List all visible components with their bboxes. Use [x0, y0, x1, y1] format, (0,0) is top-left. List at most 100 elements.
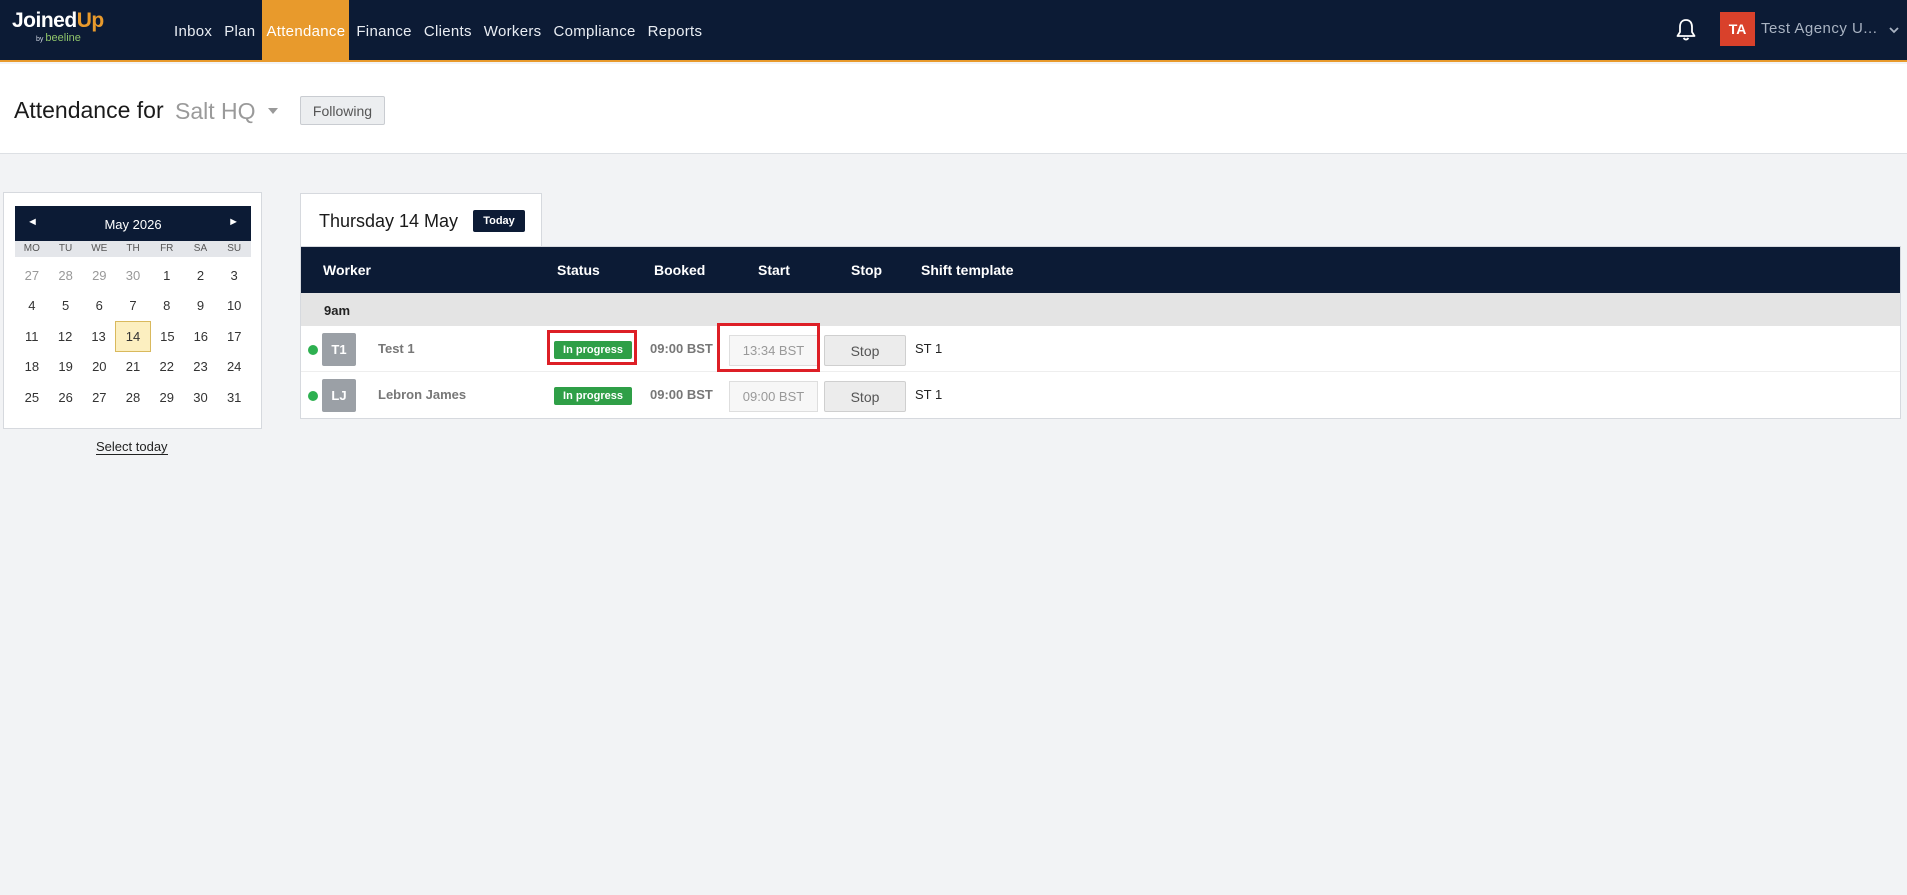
calendar-day[interactable]: 28	[49, 260, 83, 291]
day-label: Thursday 14 May	[319, 211, 459, 231]
calendar-day[interactable]: 29	[150, 382, 184, 413]
nav-item-reports[interactable]: Reports	[643, 0, 708, 62]
calendar-day[interactable]: 30	[184, 382, 218, 413]
logo-beeline: beeline	[45, 32, 81, 44]
calendar-day[interactable]: 13	[82, 321, 115, 352]
calendar-day[interactable]: 6	[82, 291, 116, 322]
col-booked: Booked	[654, 262, 706, 278]
worker-avatar: T1	[322, 333, 356, 366]
weekday-label: TU	[58, 243, 73, 254]
calendar-day[interactable]: 5	[49, 291, 83, 322]
calendar-grid: 27 28 29 30 1 2 3 4 5 6 7 8 9 10 11 12 13 14 15 16 17 18 19 20 2…	[15, 260, 251, 413]
calendar-day[interactable]: 31	[217, 382, 251, 413]
calendar-day[interactable]: 10	[217, 291, 251, 322]
day-tab: Thursday 14 May Today	[300, 193, 542, 247]
start-time-field[interactable]: 13:34 BST	[729, 335, 818, 366]
shift-template: ST 1	[915, 387, 943, 402]
calendar-day[interactable]: 19	[49, 352, 83, 383]
col-shift-template: Shift template	[921, 262, 1014, 278]
calendar-day[interactable]: 8	[150, 291, 184, 322]
weekday-label: WE	[91, 243, 108, 254]
calendar-weekdays: MO TU WE TH FR SA SU	[15, 241, 251, 257]
status-badge: In progress	[554, 341, 632, 359]
nav-item-finance[interactable]: Finance	[351, 0, 416, 62]
calendar-week-row: 25 26 27 28 29 30 31	[15, 382, 251, 413]
worker-avatar: LJ	[322, 379, 356, 412]
booked-time: 09:00 BST	[650, 341, 713, 356]
calendar-week-row: 18 19 20 21 22 23 24	[15, 352, 251, 383]
nav-item-attendance[interactable]: Attendance	[262, 0, 350, 62]
select-today-link[interactable]: Select today	[96, 439, 168, 455]
calendar-week-row: 4 5 6 7 8 9 10	[15, 291, 251, 322]
stop-button[interactable]: Stop	[824, 335, 906, 366]
calendar-day[interactable]: 26	[49, 382, 83, 413]
user-name[interactable]: Test Agency U...	[1761, 20, 1883, 37]
logo-by: by	[36, 36, 44, 43]
weekday-label: MO	[23, 243, 40, 254]
calendar-header: ◄ May 2026 ►	[15, 206, 251, 241]
calendar-day[interactable]: 28	[116, 382, 150, 413]
booked-time: 09:00 BST	[650, 387, 713, 402]
nav-item-plan[interactable]: Plan	[219, 0, 260, 62]
nav-item-clients[interactable]: Clients	[419, 0, 477, 62]
calendar-day[interactable]: 9	[184, 291, 218, 322]
user-avatar[interactable]: TA	[1720, 12, 1755, 46]
calendar-day[interactable]: 24	[217, 352, 251, 383]
weekday-label: SU	[227, 243, 242, 254]
worker-name[interactable]: Test 1	[378, 341, 415, 356]
calendar-day[interactable]: 15	[151, 321, 184, 352]
col-status: Status	[557, 262, 600, 278]
online-status-dot	[308, 345, 318, 355]
table-row: LJ Lebron James In progress 09:00 BST 09…	[301, 372, 1900, 418]
weekday-label: FR	[160, 243, 174, 254]
calendar-day[interactable]: 16	[184, 321, 217, 352]
main-nav: Inbox Plan Attendance Finance Clients Wo…	[169, 0, 709, 62]
calendar-day[interactable]: 7	[116, 291, 150, 322]
logo-text-up: Up	[76, 9, 105, 32]
calendar-day-selected[interactable]: 14	[115, 321, 151, 352]
site-selector[interactable]: Salt HQ	[175, 98, 256, 125]
status-badge: In progress	[554, 387, 632, 405]
calendar-day[interactable]: 18	[15, 352, 49, 383]
calendar: ◄ May 2026 ► MO TU WE TH FR SA SU 27 28 29…	[3, 192, 262, 429]
attendance-table: Worker Status Booked Start Stop Shift te…	[300, 246, 1901, 419]
next-month-icon[interactable]: ►	[228, 216, 239, 228]
top-nav: JoinedUp by beeline Inbox Plan Attendance…	[0, 0, 1907, 62]
time-group-row: 9am	[301, 293, 1900, 326]
calendar-day[interactable]: 25	[15, 382, 49, 413]
col-worker: Worker	[323, 262, 371, 278]
calendar-day[interactable]: 3	[217, 260, 251, 291]
chevron-down-icon[interactable]	[1888, 22, 1900, 34]
calendar-day[interactable]: 20	[82, 352, 116, 383]
calendar-day[interactable]: 17	[218, 321, 251, 352]
caret-down-icon[interactable]	[268, 108, 278, 114]
nav-item-compliance[interactable]: Compliance	[548, 0, 640, 62]
page-title: Attendance for	[14, 97, 164, 123]
calendar-day[interactable]: 23	[184, 352, 218, 383]
following-button[interactable]: Following	[300, 96, 385, 125]
calendar-day[interactable]: 27	[15, 260, 49, 291]
calendar-day[interactable]: 1	[150, 260, 184, 291]
nav-item-inbox[interactable]: Inbox	[169, 0, 217, 62]
calendar-week-row: 27 28 29 30 1 2 3	[15, 260, 251, 291]
stop-button[interactable]: Stop	[824, 381, 906, 412]
joinedup-logo[interactable]: JoinedUp by beeline	[12, 10, 132, 50]
nav-item-workers[interactable]: Workers	[479, 0, 547, 62]
calendar-day[interactable]: 30	[116, 260, 150, 291]
start-time-field[interactable]: 09:00 BST	[729, 381, 818, 412]
calendar-day[interactable]: 29	[82, 260, 116, 291]
logo-wordmark: JoinedUp	[12, 10, 132, 32]
calendar-day[interactable]: 11	[15, 321, 48, 352]
col-start: Start	[758, 262, 790, 278]
worker-name[interactable]: Lebron James	[378, 387, 466, 402]
calendar-day[interactable]: 12	[48, 321, 81, 352]
calendar-day[interactable]: 4	[15, 291, 49, 322]
calendar-day[interactable]: 27	[82, 382, 116, 413]
calendar-month-label: May 2026	[104, 217, 162, 232]
bell-icon[interactable]	[1674, 17, 1698, 43]
calendar-day[interactable]: 2	[184, 260, 218, 291]
calendar-day[interactable]: 22	[150, 352, 184, 383]
weekday-label: SA	[193, 243, 208, 254]
calendar-day[interactable]: 21	[116, 352, 150, 383]
shift-template: ST 1	[915, 341, 943, 356]
